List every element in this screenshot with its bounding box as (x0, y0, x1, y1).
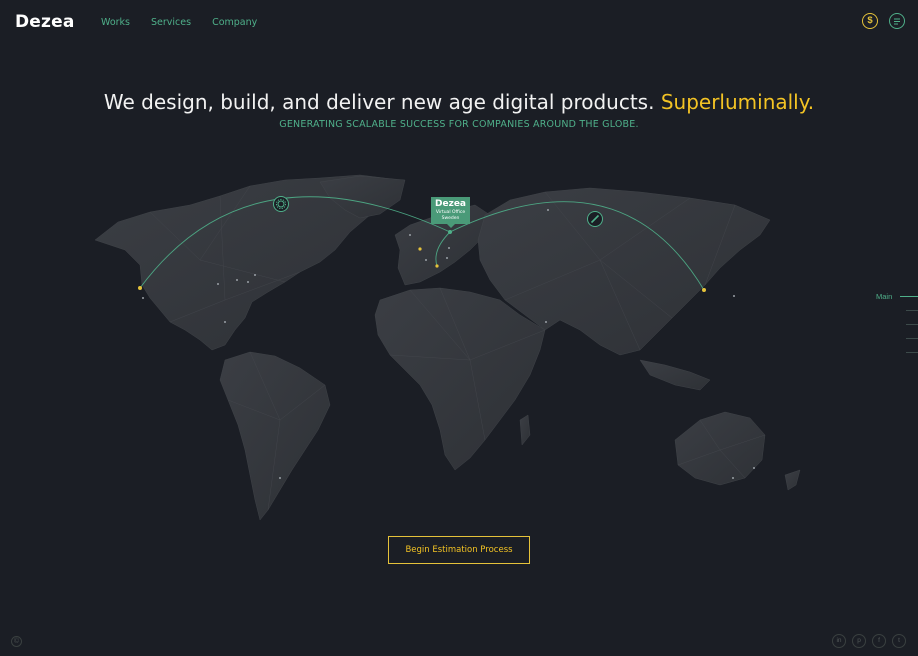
page: Dezea Works Services Company $ We design… (0, 0, 918, 656)
city-dot (753, 467, 755, 469)
side-nav-indicator[interactable] (906, 310, 918, 311)
marker-line2: Sweden (441, 216, 460, 221)
begin-estimation-button[interactable]: Begin Estimation Process (388, 536, 530, 564)
continent-madagascar (519, 414, 531, 446)
twitter-icon[interactable]: t (892, 634, 906, 648)
side-nav-indicator[interactable] (906, 352, 918, 353)
city-dot (418, 247, 422, 251)
city-dot (446, 257, 448, 259)
chat-icon[interactable] (889, 13, 905, 29)
city-dot (142, 297, 144, 299)
copyright-icon: © (11, 636, 22, 647)
pencil-icon (587, 211, 603, 227)
facebook-icon[interactable]: f (872, 634, 886, 648)
city-dot (247, 281, 249, 283)
city-dot (448, 247, 450, 249)
hero-subline: GENERATING SCALABLE SUCCESS FOR COMPANIE… (279, 119, 639, 130)
city-dot (279, 477, 281, 479)
side-nav-indicator-main[interactable] (900, 296, 918, 297)
continent-africa (374, 287, 546, 471)
nav-services[interactable]: Services (151, 17, 191, 28)
pinterest-icon[interactable]: p (852, 634, 866, 648)
continent-australia (674, 411, 766, 486)
side-nav-main[interactable]: Main (876, 292, 892, 301)
marker-title: Dezea (435, 199, 466, 209)
city-dot (732, 477, 734, 479)
city-dot (224, 321, 226, 323)
city-dot (217, 283, 219, 285)
nav-company[interactable]: Company (212, 17, 257, 28)
nav-works[interactable]: Works (101, 17, 130, 28)
side-nav-indicator[interactable] (906, 324, 918, 325)
city-dot (733, 295, 735, 297)
logo[interactable]: Dezea (15, 12, 75, 32)
linkedin-icon[interactable]: in (832, 634, 846, 648)
main-nav: Works Services Company (101, 17, 278, 28)
city-dot (545, 321, 547, 323)
continent-islands (639, 359, 711, 391)
dollar-glyph: $ (867, 15, 873, 26)
city-dot (254, 274, 256, 276)
hero-headline: We design, build, and deliver new age di… (0, 90, 918, 114)
city-dot (138, 286, 142, 290)
side-nav-indicator[interactable] (906, 338, 918, 339)
gear-icon (273, 196, 289, 212)
city-dot (435, 264, 439, 268)
continent-south-america (219, 351, 331, 521)
city-dot (409, 234, 411, 236)
continent-new-zealand (784, 469, 801, 491)
city-dot (236, 279, 238, 281)
city-dot (425, 259, 427, 261)
hero-headline-accent: Superluminally. (660, 90, 815, 114)
city-dot (547, 209, 549, 211)
dollar-icon[interactable]: $ (862, 13, 878, 29)
city-dot (702, 288, 706, 292)
office-marker[interactable]: Dezea Virtual Office Sweden (431, 197, 470, 228)
hero-headline-text: We design, build, and deliver new age di… (103, 90, 655, 114)
